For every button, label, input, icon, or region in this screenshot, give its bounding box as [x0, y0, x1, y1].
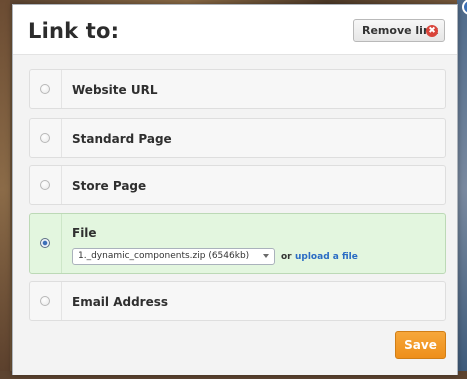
radio-cell [30, 166, 62, 204]
file-select[interactable]: 1._dynamic_components.zip (6546kb) [72, 248, 275, 265]
radio-cell [30, 282, 62, 320]
radio-cell [30, 214, 62, 273]
background-left [0, 0, 10, 379]
link-to-dialog: ✕ Link to: Remove link ✖ Website URL Sta… [12, 0, 467, 375]
option-label: File [72, 226, 97, 240]
option-store-page[interactable]: Store Page [29, 165, 446, 205]
option-email-address[interactable]: Email Address [29, 281, 446, 321]
website-url-radio[interactable] [40, 84, 50, 94]
save-button[interactable]: Save [395, 331, 446, 359]
dialog-header: Link to: Remove link ✖ [13, 5, 457, 55]
dialog-body: Website URL Standard Page Store Page Fil… [13, 55, 457, 375]
option-file[interactable]: File 1._dynamic_components.zip (6546kb) … [29, 213, 446, 274]
option-label: Website URL [72, 83, 158, 97]
dialog-title: Link to: [28, 19, 120, 43]
store-page-radio[interactable] [40, 180, 50, 190]
file-select-value: 1._dynamic_components.zip (6546kb) [78, 251, 250, 261]
or-text: or [281, 252, 292, 262]
option-website-url[interactable]: Website URL [29, 69, 446, 109]
remove-icon: ✖ [426, 25, 438, 37]
option-standard-page[interactable]: Standard Page [29, 118, 446, 158]
upload-file-link[interactable]: upload a file [295, 252, 358, 262]
email-address-radio[interactable] [40, 296, 50, 306]
option-label: Store Page [72, 179, 147, 193]
background-right [457, 0, 467, 379]
file-radio[interactable] [40, 238, 50, 248]
radio-cell [30, 119, 62, 157]
option-label: Standard Page [72, 132, 172, 146]
radio-cell [30, 70, 62, 108]
remove-link-button[interactable]: Remove link ✖ [353, 19, 445, 42]
chevron-down-icon [263, 254, 269, 258]
option-label: Email Address [72, 295, 169, 309]
standard-page-radio[interactable] [40, 133, 50, 143]
